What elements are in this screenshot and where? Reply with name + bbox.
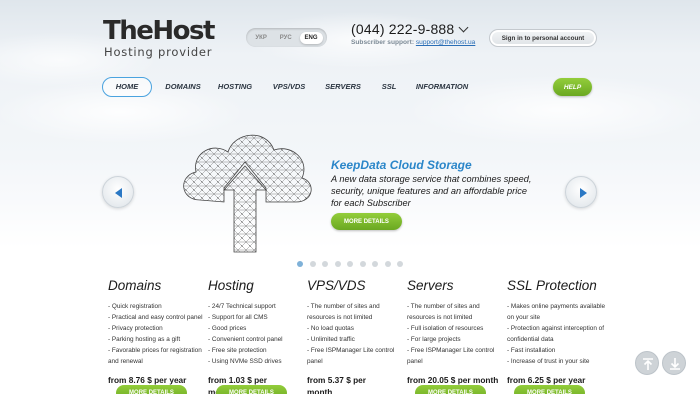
feature-item: - Favorable prices for registration and … [108,347,202,366]
servers-more-details-button[interactable]: MORE DETAILS [415,385,486,394]
service-title[interactable]: Servers [407,278,503,293]
service-title[interactable]: Hosting [208,278,304,293]
feature-item: - Protection against interception of con… [507,325,604,344]
slider-dot[interactable] [397,261,403,267]
feature-item: - The number of sites and resources is n… [307,303,380,322]
lang-eng[interactable]: ENG [299,31,323,44]
feature-item: - Good prices [208,325,247,333]
logo[interactable]: TheHost Hosting provider [103,16,215,59]
support-info: Subscriber support: support@thehost.ua [351,39,475,46]
feature-item: - Full isolation of resources [407,325,484,333]
main-nav: HOME DOMAINS HOSTING VPS/VDS SERVERS SSL… [102,77,522,97]
language-switcher[interactable]: УКР РУС ENG [246,28,327,47]
nav-domains[interactable]: DOMAINS [160,77,206,97]
domains-more-details-button[interactable]: MORE DETAILS [116,385,187,394]
feature-item: - No load quotas [307,325,354,333]
scroll-bottom-icon[interactable] [662,351,686,375]
phone-text: (044) 222-9-888 [351,21,455,37]
nav-home[interactable]: HOME [102,77,152,97]
cloud-upload-illustration-icon [183,134,312,253]
feature-list: - Makes online payments available on you… [507,301,607,368]
nav-servers[interactable]: SERVERS [322,77,364,97]
feature-item: - Free site protection [208,347,267,355]
service-hosting: Hosting - 24/7 Technical support - Suppo… [208,278,304,394]
slide-title[interactable]: KeepData Cloud Storage [331,158,472,172]
feature-item: - 24/7 Technical support [208,303,276,310]
feature-item: - Makes online payments available on you… [507,303,606,322]
slide-more-details-button[interactable]: MORE DETAILS [331,213,402,230]
help-button[interactable]: HELP [553,78,592,96]
service-servers: Servers - The number of sites and resour… [407,278,503,386]
logo-subtitle: Hosting provider [104,45,213,59]
hosting-more-details-button[interactable]: MORE DETAILS [216,385,287,394]
feature-item: - Free ISPManager Lite control panel [407,347,495,366]
service-ssl: SSL Protection - Makes online payments a… [507,278,607,386]
slide-description: A new data storage service that combines… [331,174,532,208]
support-label: Subscriber support: [351,39,415,46]
slider-next-arrow-icon[interactable] [565,176,597,208]
feature-item: - Increase of trust in your site [507,358,590,366]
chevron-down-icon[interactable] [458,22,469,33]
phone-number[interactable]: (044) 222-9-888 [351,21,469,37]
logo-title: TheHost [103,16,215,46]
slider-pagination [297,261,403,267]
feature-item: - Using NVMe SSD drives [208,358,282,366]
slider-dot[interactable] [384,261,391,267]
signin-button[interactable]: Sign in to personal account [489,29,597,47]
slider-dot[interactable] [334,261,341,267]
slider-dot[interactable] [309,261,316,267]
support-email-link[interactable]: support@thehost.ua [416,39,475,46]
slider-dot[interactable] [297,261,303,267]
nav-hosting[interactable]: HOSTING [214,77,256,97]
feature-item: - Quick registration [108,303,162,310]
service-price: from 6.25 $ per year [507,374,586,385]
slider-dot[interactable] [322,261,328,267]
service-title[interactable]: SSL Protection [507,278,607,293]
feature-list: - The number of sites and resources is n… [407,301,503,368]
slider-dot[interactable] [359,261,366,267]
feature-list: - The number of sites and resources is n… [307,301,403,368]
nav-information[interactable]: INFORMATION [414,77,470,97]
feature-item: - Unlimited traffic [307,336,355,344]
scroll-top-icon[interactable] [635,351,659,375]
feature-item: - Support for all CMS [208,314,268,322]
service-price: from 5.37 $ per month [307,374,367,394]
feature-item: - For large projects [407,336,461,344]
slider-prev-arrow-icon[interactable] [102,176,134,208]
service-price: from 20.05 $ per month [407,374,499,385]
feature-item: - Privacy protection [108,325,163,333]
lang-ukr[interactable]: УКР [250,32,271,44]
nav-ssl[interactable]: SSL [378,77,400,97]
service-title[interactable]: VPS/VDS [307,278,403,293]
feature-item: - Parking hosting as a gift [108,336,181,344]
service-title[interactable]: Domains [108,278,204,293]
feature-item: - Fast installation [507,347,556,355]
feature-list: - 24/7 Technical support - Support for a… [208,301,304,368]
feature-list: - Quick registration - Practical and eas… [108,301,204,368]
feature-item: - Practical and easy control panel [108,314,203,322]
ssl-more-details-button[interactable]: MORE DETAILS [514,385,585,394]
feature-item: - The number of sites and resources is n… [407,303,480,322]
lang-rus[interactable]: РУС [275,32,297,44]
feature-item: - Free ISPManager Lite control panel [307,347,395,366]
feature-item: - Convenient control panel [208,336,283,344]
service-domains: Domains - Quick registration - Practical… [108,278,204,386]
slider-dot[interactable] [372,261,378,267]
nav-vps-vds[interactable]: VPS/VDS [268,77,310,97]
slider-dot[interactable] [347,261,353,267]
service-vps-vds: VPS/VDS - The number of sites and resour… [307,278,403,394]
service-price: from 8.76 $ per year [108,374,187,385]
